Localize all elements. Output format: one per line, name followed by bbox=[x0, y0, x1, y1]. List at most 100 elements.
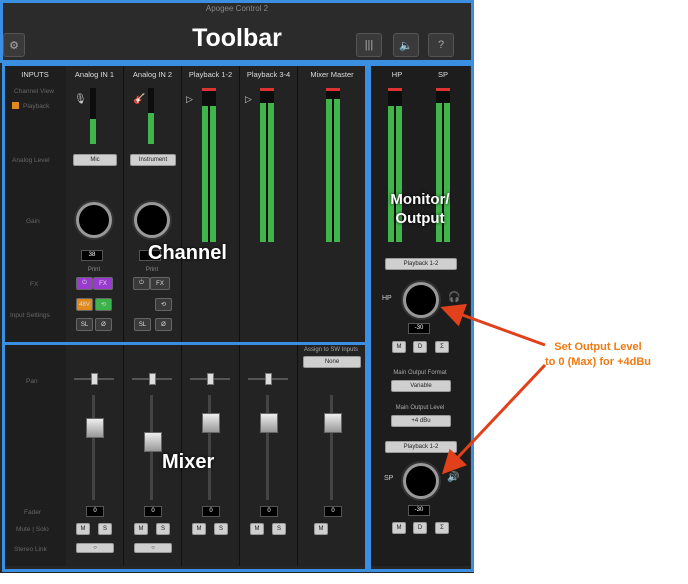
fader-pb12[interactable] bbox=[202, 413, 220, 433]
stereo-link-in1[interactable]: ○ bbox=[76, 543, 114, 553]
mute-button-pb34[interactable]: M bbox=[250, 523, 264, 535]
phase-button-in2[interactable]: Ø bbox=[155, 318, 172, 331]
power-icon[interactable]: ⏻ bbox=[133, 277, 150, 290]
hp-sum-button[interactable]: Σ bbox=[435, 341, 449, 353]
fader-track-pb12 bbox=[208, 395, 211, 500]
phantom-power-button[interactable]: 48V bbox=[76, 298, 93, 311]
mute-button-pb12[interactable]: M bbox=[192, 523, 206, 535]
meter-level bbox=[148, 113, 154, 144]
label-input-settings: Input Settings bbox=[10, 312, 50, 319]
hp-knob-label: HP bbox=[382, 295, 392, 302]
meter-mixer-master bbox=[326, 88, 340, 242]
fader-pb34[interactable] bbox=[260, 413, 278, 433]
main-output-level-select[interactable]: +4 dBu bbox=[391, 415, 451, 427]
play-icon: ▷ bbox=[245, 94, 252, 104]
hp-dim-button[interactable]: D bbox=[413, 341, 427, 353]
hp-volume-knob[interactable] bbox=[403, 282, 439, 318]
sp-knob-label: SP bbox=[384, 475, 394, 482]
pan-handle[interactable] bbox=[265, 373, 272, 385]
fader-value-in2: 0 bbox=[144, 506, 162, 517]
header-inputs: INPUTS bbox=[21, 70, 49, 79]
play-icon: ▷ bbox=[186, 94, 193, 104]
hp-value: -30 bbox=[408, 323, 430, 334]
assign-sw-inputs-select[interactable]: None bbox=[303, 356, 361, 368]
fader-value-master: 0 bbox=[324, 506, 342, 517]
sp-volume-knob[interactable] bbox=[403, 463, 439, 499]
fader-track-in1 bbox=[92, 395, 95, 500]
header-analog-in-2: Analog IN 2 bbox=[132, 70, 173, 79]
polarity-icon[interactable]: ⟲ bbox=[155, 298, 172, 311]
header-playback-3-4: Playback 3-4 bbox=[246, 70, 291, 79]
meter-level bbox=[90, 118, 96, 144]
fader-in2[interactable] bbox=[144, 432, 162, 452]
label-analog-level: Analog Level bbox=[12, 157, 50, 164]
mute-button-master[interactable]: M bbox=[314, 523, 328, 535]
label-pan: Pan bbox=[26, 378, 38, 385]
print-label-in1: Print bbox=[87, 267, 101, 273]
mixer-overlay-label: Mixer bbox=[162, 451, 215, 473]
playback-checkbox[interactable] bbox=[12, 102, 19, 109]
solo-button-in1[interactable]: S bbox=[98, 523, 112, 535]
app-title: Apogee Control 2 bbox=[205, 4, 269, 13]
meter-playback-1-2 bbox=[202, 88, 216, 242]
peak-indicator bbox=[260, 88, 274, 91]
fader-master[interactable] bbox=[324, 413, 342, 433]
peak-indicator bbox=[436, 88, 450, 91]
fader-value-pb12: 0 bbox=[202, 506, 220, 517]
header-mixer-master: Mixer Master bbox=[310, 70, 354, 79]
gain-knob-in2[interactable] bbox=[134, 202, 170, 238]
meter-level-right bbox=[268, 103, 274, 242]
analog-level-in2-button[interactable]: Instrument bbox=[130, 154, 176, 166]
solo-button-in2[interactable]: S bbox=[156, 523, 170, 535]
pan-handle[interactable] bbox=[91, 373, 98, 385]
soft-limit-button-in1[interactable]: SL bbox=[76, 318, 93, 331]
apogee-control-window: ⚙ Apogee Control 2 Toolbar ||| 🔈 ? INPUT… bbox=[0, 0, 474, 573]
mute-button-in2[interactable]: M bbox=[134, 523, 148, 535]
print-label-in2: Print bbox=[145, 267, 159, 273]
hp-mute-button[interactable]: M bbox=[392, 341, 406, 353]
polarity-icon[interactable]: ⟲ bbox=[95, 298, 112, 311]
analog-level-in1-button[interactable]: Mic bbox=[73, 154, 117, 166]
meter-analog-in-2 bbox=[148, 88, 154, 144]
fader-value-in1: 0 bbox=[86, 506, 104, 517]
speaker-icon: 🔊 bbox=[447, 472, 460, 483]
fx-button-in2[interactable]: FX bbox=[150, 277, 170, 290]
meter-level-left bbox=[326, 98, 332, 242]
label-channel-view: Channel View bbox=[14, 88, 54, 95]
channel-overlay-label: Channel bbox=[148, 242, 227, 264]
power-icon[interactable]: ⏻ bbox=[76, 277, 93, 290]
fader-in1[interactable] bbox=[86, 418, 104, 438]
main-output-format-label: Main Output Format bbox=[393, 370, 447, 376]
phase-button-in1[interactable]: Ø bbox=[95, 318, 112, 331]
main-output-format-select[interactable]: Variable bbox=[391, 380, 451, 392]
label-mute-solo: Mute | Solo bbox=[16, 526, 49, 533]
hp-source-select[interactable]: Playback 1-2 bbox=[385, 258, 457, 270]
soft-limit-button-in2[interactable]: SL bbox=[134, 318, 151, 331]
sp-sum-button[interactable]: Σ bbox=[435, 522, 449, 534]
sp-source-select[interactable]: Playback 1-2 bbox=[385, 441, 457, 453]
peak-indicator bbox=[202, 88, 216, 91]
solo-button-pb12[interactable]: S bbox=[214, 523, 228, 535]
meter-level-left bbox=[202, 106, 208, 242]
label-playback: Playback bbox=[23, 103, 50, 110]
help-icon[interactable]: ? bbox=[428, 33, 454, 57]
gain-knob-in1[interactable] bbox=[76, 202, 112, 238]
peak-indicator bbox=[326, 88, 340, 91]
toolbar: ⚙ Apogee Control 2 Toolbar ||| 🔈 ? bbox=[0, 0, 474, 63]
mute-button-in1[interactable]: M bbox=[76, 523, 90, 535]
pan-handle[interactable] bbox=[207, 373, 214, 385]
pan-handle[interactable] bbox=[149, 373, 156, 385]
fader-track-master bbox=[330, 395, 333, 500]
label-stereo-link: Stereo Link bbox=[14, 546, 47, 553]
solo-button-pb34[interactable]: S bbox=[272, 523, 286, 535]
fx-button-in1[interactable]: FX bbox=[93, 277, 113, 290]
label-fx: FX bbox=[30, 281, 39, 288]
sp-mute-button[interactable]: M bbox=[392, 522, 406, 534]
header-sp: SP bbox=[437, 70, 448, 79]
sp-dim-button[interactable]: D bbox=[413, 522, 427, 534]
mixer-view-icon[interactable]: ||| bbox=[356, 33, 382, 57]
peak-indicator bbox=[388, 88, 402, 91]
stereo-link-in2[interactable]: ○ bbox=[134, 543, 172, 553]
speaker-icon[interactable]: 🔈 bbox=[393, 33, 419, 57]
meter-playback-3-4 bbox=[260, 88, 274, 242]
